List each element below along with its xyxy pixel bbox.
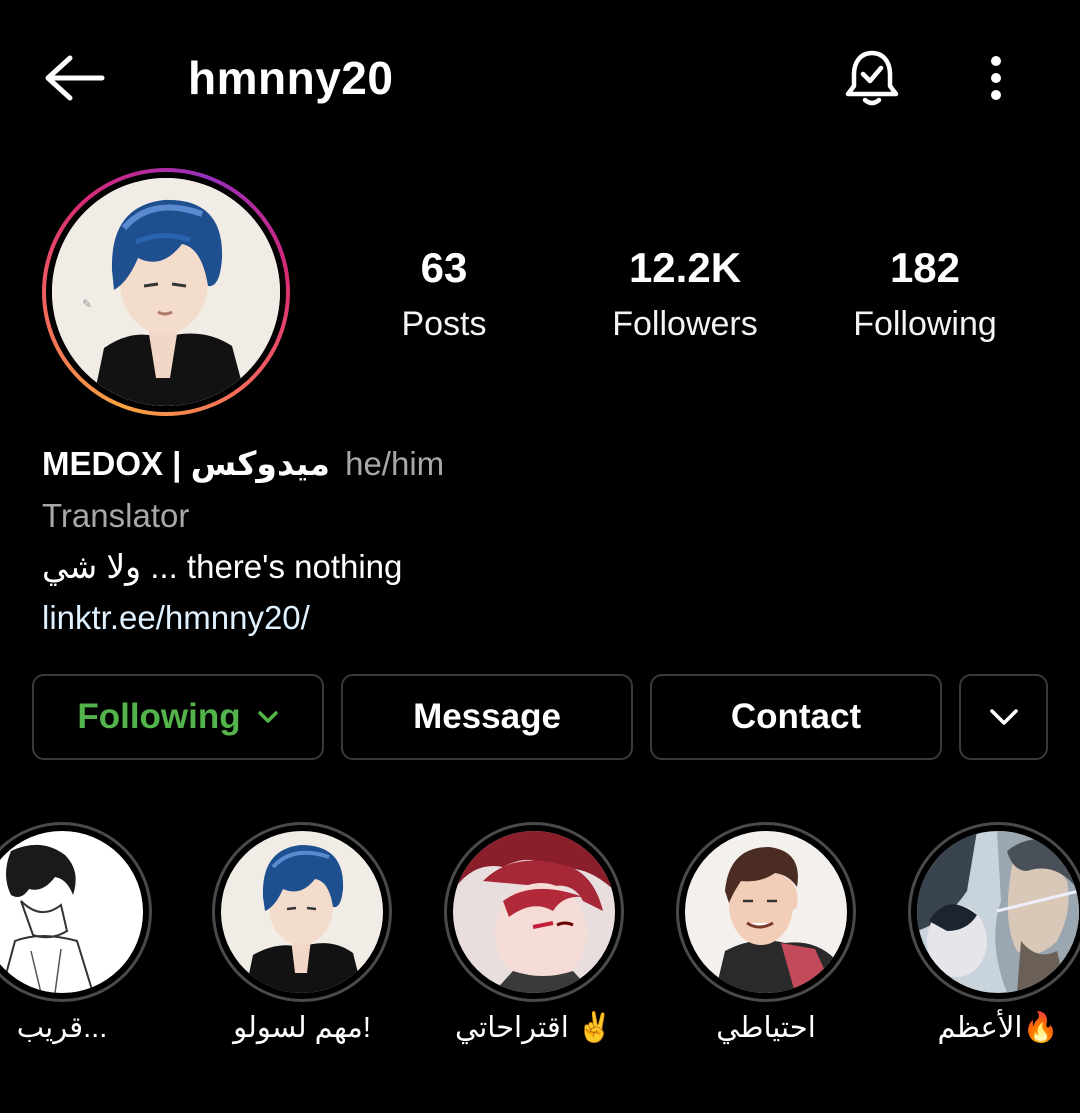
highlight-cover-image: [221, 831, 383, 993]
back-button[interactable]: [30, 40, 120, 116]
profile-username: hmnny20: [188, 52, 394, 104]
highlight-label: مهم لسولو!: [233, 1012, 371, 1044]
followers-label: Followers: [612, 305, 758, 343]
highlight-item[interactable]: اقتراحاتي ✌️: [444, 822, 624, 1062]
notifications-button[interactable]: [836, 40, 908, 116]
following-button[interactable]: Following: [32, 674, 324, 760]
bell-check-icon: [845, 50, 899, 106]
arrow-left-icon: [45, 55, 105, 101]
stat-followers[interactable]: 12.2K Followers: [575, 240, 795, 352]
following-count: 182: [889, 244, 961, 291]
more-vertical-icon: [991, 56, 1001, 100]
highlight-item[interactable]: احتياطي: [676, 822, 856, 1062]
highlight-label: اقتراحاتي ✌️: [455, 1012, 613, 1044]
highlight-label: احتياطي: [716, 1012, 816, 1044]
profile-bio: ولا شي ... there's nothing: [42, 548, 403, 585]
profile-category: Translator: [42, 497, 190, 534]
highlight-cover-image: [917, 831, 1079, 993]
chevron-down-icon: [989, 709, 1018, 725]
stat-posts[interactable]: 63 Posts: [334, 240, 554, 352]
message-button[interactable]: Message: [341, 674, 633, 760]
stat-following[interactable]: 182 Following: [815, 240, 1035, 352]
profile-display-name: MEDOX | ميدوكس: [42, 445, 330, 482]
profile-avatar[interactable]: ✎: [42, 168, 290, 416]
profile-link[interactable]: linktr.ee/hmnny20/: [42, 592, 310, 644]
highlight-label: قريب...: [16, 1012, 108, 1044]
posts-label: Posts: [401, 305, 487, 343]
highlight-item[interactable]: الأعظم🔥: [908, 822, 1080, 1062]
posts-count: 63: [420, 244, 468, 291]
profile-pronouns: he/him: [345, 445, 445, 482]
highlight-item[interactable]: مهم لسولو!: [212, 822, 392, 1062]
chevron-down-icon: [257, 711, 278, 723]
highlight-label: الأعظم🔥: [937, 1012, 1059, 1044]
contact-button[interactable]: Contact: [650, 674, 942, 760]
more-options-button[interactable]: [966, 40, 1026, 116]
message-button-label: Message: [413, 697, 561, 736]
avatar-image: ✎: [52, 178, 280, 406]
highlight-cover-image: [685, 831, 847, 993]
highlight-cover-image: [453, 831, 615, 993]
following-button-label: Following: [77, 697, 241, 736]
contact-button-label: Contact: [730, 697, 862, 736]
followers-count: 12.2K: [628, 244, 742, 291]
svg-text:✎: ✎: [82, 297, 92, 311]
suggested-accounts-button[interactable]: [959, 674, 1048, 760]
bio-name-row: MEDOX | ميدوكس he/him: [42, 438, 444, 490]
highlight-item[interactable]: قريب...: [0, 822, 152, 1062]
following-label: Following: [853, 305, 997, 343]
